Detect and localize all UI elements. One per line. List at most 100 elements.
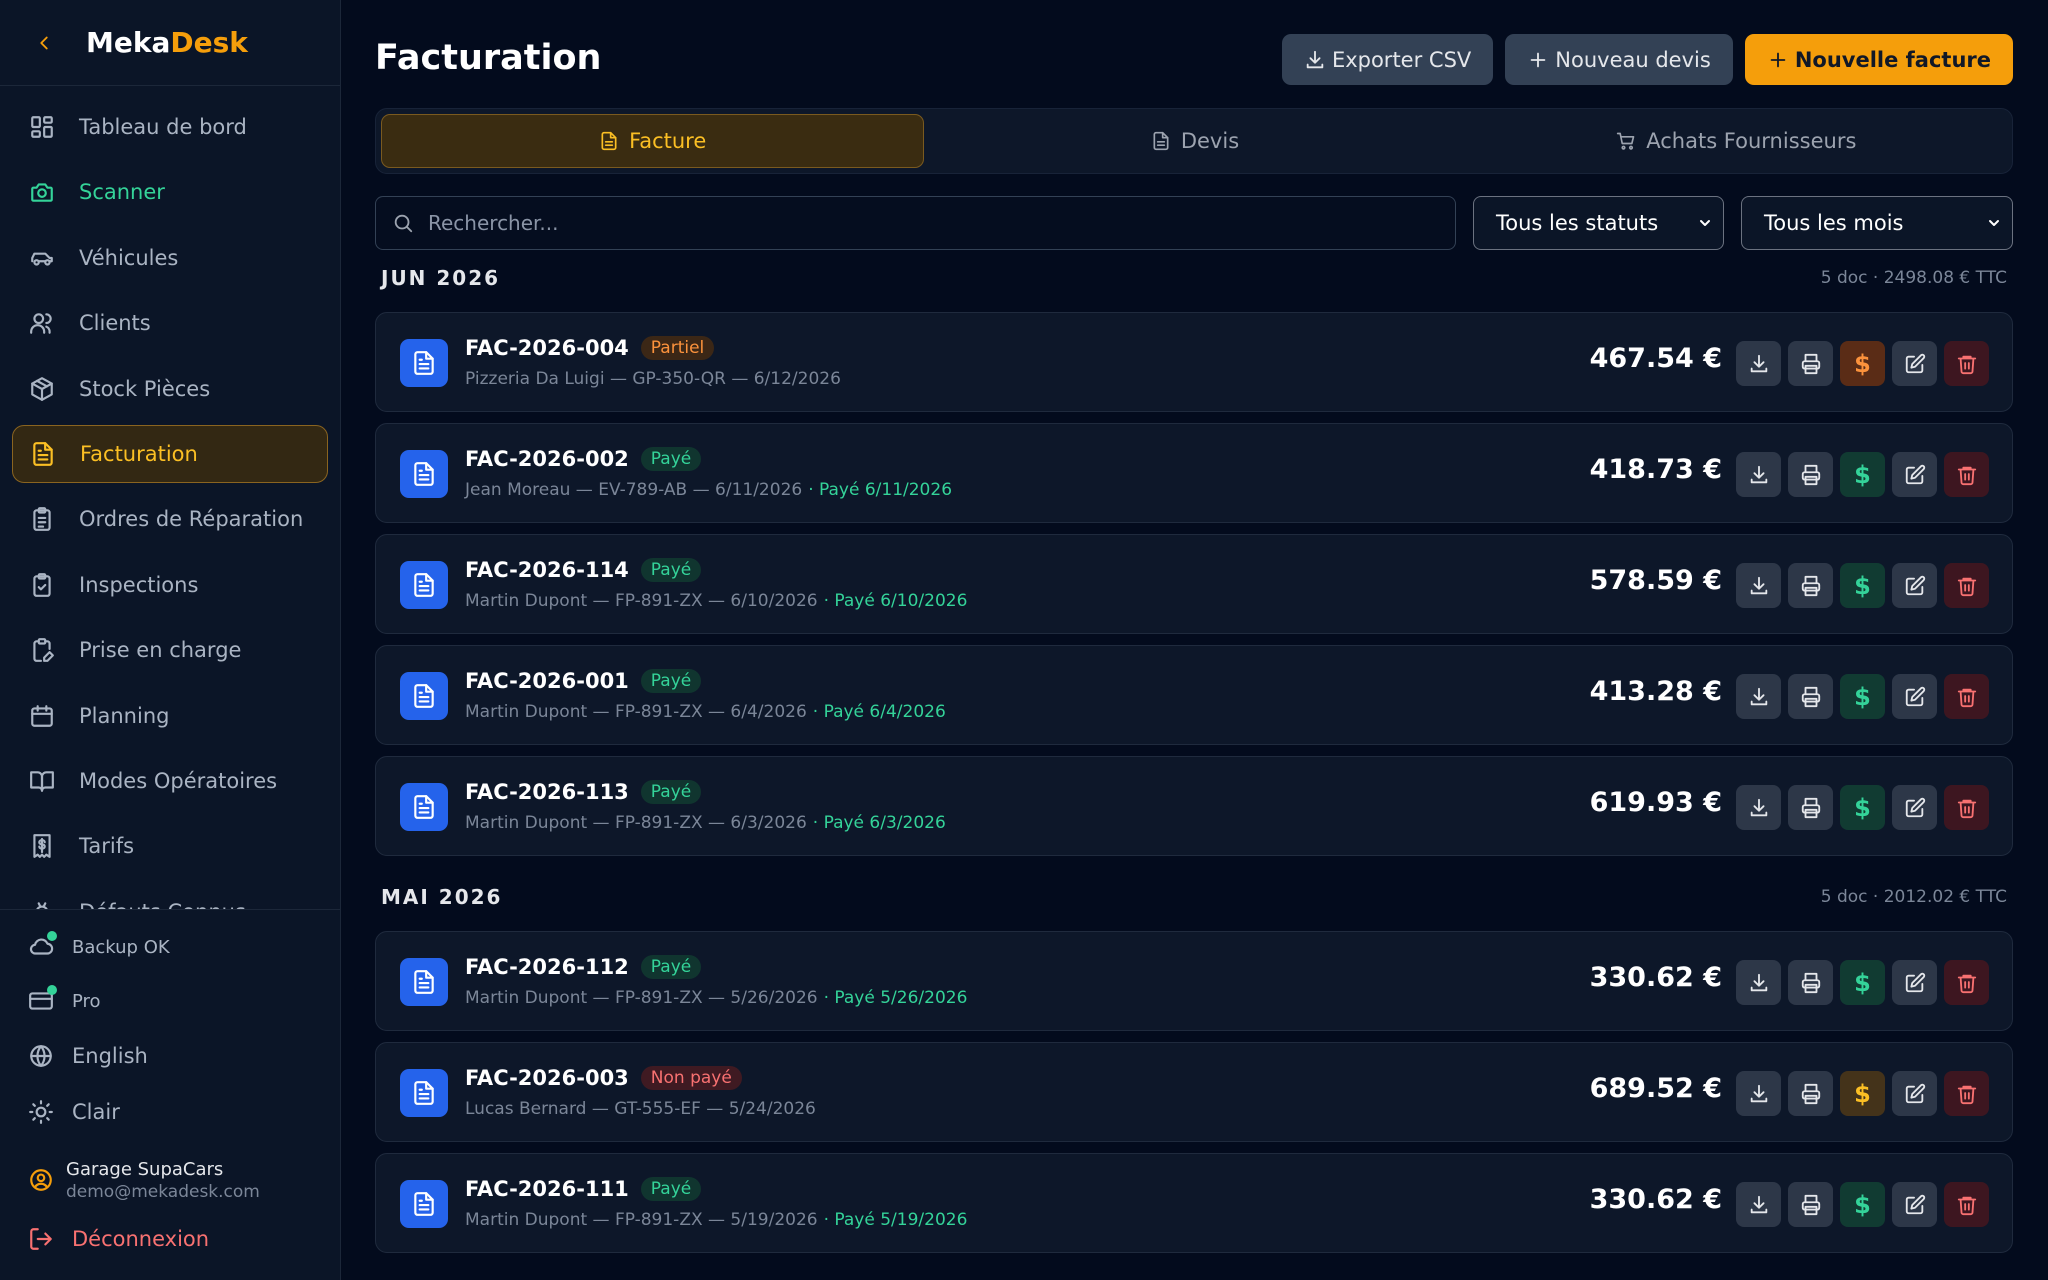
user-circle-icon — [28, 1167, 54, 1193]
status-badge: Non payé — [640, 1066, 742, 1090]
sidebar-item-procedures[interactable]: Modes Opératoires — [12, 752, 328, 810]
sidebar-item-billing[interactable]: Facturation — [12, 424, 328, 483]
delete-button[interactable] — [1944, 785, 1989, 830]
plan-status[interactable]: Pro — [0, 974, 340, 1028]
record-payment-button[interactable]: $ — [1840, 674, 1885, 719]
delete-button[interactable] — [1944, 563, 1989, 608]
print-button[interactable] — [1788, 1071, 1833, 1116]
tab-invoice[interactable]: Facture — [381, 114, 925, 168]
record-payment-button[interactable]: $ — [1840, 785, 1885, 830]
logout-button[interactable]: Déconnexion — [0, 1226, 340, 1252]
sidebar-item-clients[interactable]: Clients — [12, 294, 328, 352]
print-button[interactable] — [1788, 960, 1833, 1005]
invoice-card[interactable]: FAC-2026-111 Payé Martin Dupont — FP-891… — [375, 1153, 2013, 1253]
invoice-card[interactable]: FAC-2026-114 Payé Martin Dupont — FP-891… — [375, 534, 2013, 634]
search-input[interactable] — [428, 211, 1328, 235]
edit-button[interactable] — [1892, 1182, 1937, 1227]
sidebar-item-inspections[interactable]: Inspections — [12, 556, 328, 614]
document-icon — [400, 958, 448, 1006]
sun-icon — [28, 1099, 54, 1125]
edit-icon — [1905, 464, 1925, 484]
sidebar-item-repair-orders[interactable]: Ordres de Réparation — [12, 490, 328, 548]
month-filter-select[interactable]: Tous les mois — [1741, 196, 2013, 250]
clipboard-icon — [33, 507, 51, 532]
download-pdf-button[interactable] — [1736, 1071, 1781, 1116]
language-toggle[interactable]: English — [0, 1028, 340, 1084]
sidebar-item-intake[interactable]: Prise en charge — [12, 621, 328, 679]
invoice-number: FAC-2026-002 — [465, 447, 629, 471]
collapse-sidebar-icon[interactable] — [30, 29, 58, 57]
print-button[interactable] — [1788, 341, 1833, 386]
edit-button[interactable] — [1892, 785, 1937, 830]
download-pdf-button[interactable] — [1736, 674, 1781, 719]
invoice-details: Jean Moreau — EV-789-AB — 6/11/2026 · Pay… — [465, 480, 952, 500]
download-pdf-button[interactable] — [1736, 1182, 1781, 1227]
sidebar-item-vehicles[interactable]: Véhicules — [12, 229, 328, 287]
invoice-card[interactable]: FAC-2026-001 Payé Martin Dupont — FP-891… — [375, 645, 2013, 745]
invoice-actions: $ — [1736, 1071, 1989, 1116]
invoice-card[interactable]: FAC-2026-004 Partiel Pizzeria Da Luigi —… — [375, 312, 2013, 412]
sidebar-item-known-defects[interactable]: Défauts Connus — [12, 883, 328, 910]
edit-button[interactable] — [1892, 674, 1937, 719]
invoice-card[interactable]: FAC-2026-003 Non payé Lucas Bernard — GT… — [375, 1042, 2013, 1142]
edit-button[interactable] — [1892, 341, 1937, 386]
dollar-icon: $ — [1854, 1190, 1871, 1219]
edit-button[interactable] — [1892, 563, 1937, 608]
download-pdf-button[interactable] — [1736, 563, 1781, 608]
trash-icon — [1957, 974, 1976, 993]
status-filter-select[interactable]: Tous les statuts — [1473, 196, 1724, 250]
status-badge: Partiel — [640, 336, 715, 360]
invoice-client-vehicle-date: Martin Dupont — FP-891-ZX — 6/4/2026 — [465, 702, 807, 722]
edit-button[interactable] — [1892, 452, 1937, 497]
record-payment-button[interactable]: $ — [1840, 563, 1885, 608]
delete-button[interactable] — [1944, 452, 1989, 497]
delete-button[interactable] — [1944, 341, 1989, 386]
invoice-details: Pizzeria Da Luigi — GP-350-QR — 6/12/202… — [465, 369, 847, 389]
edit-button[interactable] — [1892, 960, 1937, 1005]
tab-label: Achats Fournisseurs — [1646, 129, 1857, 153]
tab-quotes[interactable]: Devis — [924, 114, 1465, 168]
invoice-client-vehicle-date: Lucas Bernard — GT-555-EF — 5/24/2026 — [465, 1099, 816, 1119]
invoice-card[interactable]: FAC-2026-112 Payé Martin Dupont — FP-891… — [375, 931, 2013, 1031]
record-payment-button[interactable]: $ — [1840, 1071, 1885, 1116]
download-pdf-button[interactable] — [1736, 341, 1781, 386]
user-profile[interactable]: Garage SupaCars demo@mekadesk.com — [0, 1152, 340, 1208]
print-button[interactable] — [1788, 452, 1833, 497]
sidebar-item-dashboard[interactable]: Tableau de bord — [12, 98, 328, 156]
sidebar-item-planning[interactable]: Planning — [12, 687, 328, 745]
dollar-icon: $ — [1854, 793, 1871, 822]
theme-toggle[interactable]: Clair — [0, 1084, 340, 1140]
sidebar-item-scanner[interactable]: Scanner — [12, 163, 328, 221]
delete-button[interactable] — [1944, 960, 1989, 1005]
sidebar-item-stock[interactable]: Stock Pièces — [12, 360, 328, 418]
app-logo[interactable]: MekaDesk — [86, 26, 248, 59]
record-payment-button[interactable]: $ — [1840, 960, 1885, 1005]
tab-supplier-purchases[interactable]: Achats Fournisseurs — [1466, 114, 2007, 168]
edit-button[interactable] — [1892, 1071, 1937, 1116]
record-payment-button[interactable]: $ — [1840, 1182, 1885, 1227]
plus-icon — [1770, 52, 1786, 67]
invoice-card[interactable]: FAC-2026-113 Payé Martin Dupont — FP-891… — [375, 756, 2013, 856]
edit-icon — [1905, 686, 1925, 706]
sidebar-item-rates[interactable]: Tarifs — [12, 817, 328, 875]
status-filter-value: Tous les statuts — [1496, 211, 1659, 235]
print-button[interactable] — [1788, 563, 1833, 608]
delete-button[interactable] — [1944, 1182, 1989, 1227]
print-button[interactable] — [1788, 1182, 1833, 1227]
backup-status[interactable]: Backup OK — [0, 920, 340, 974]
invoice-card[interactable]: FAC-2026-002 Payé Jean Moreau — EV-789-A… — [375, 423, 2013, 523]
invoice-amount: 467.54 € — [1589, 343, 1722, 374]
delete-button[interactable] — [1944, 1071, 1989, 1116]
invoice-number: FAC-2026-111 — [465, 1177, 629, 1201]
record-payment-button[interactable]: $ — [1840, 452, 1885, 497]
new-invoice-button[interactable]: Nouvelle facture — [1744, 34, 2013, 85]
download-pdf-button[interactable] — [1736, 452, 1781, 497]
print-button[interactable] — [1788, 674, 1833, 719]
download-pdf-button[interactable] — [1736, 785, 1781, 830]
new-quote-button[interactable]: Nouveau devis — [1505, 34, 1733, 85]
export-csv-button[interactable]: Exporter CSV — [1281, 34, 1494, 85]
record-payment-button[interactable]: $ — [1840, 341, 1885, 386]
print-button[interactable] — [1788, 785, 1833, 830]
delete-button[interactable] — [1944, 674, 1989, 719]
download-pdf-button[interactable] — [1736, 960, 1781, 1005]
